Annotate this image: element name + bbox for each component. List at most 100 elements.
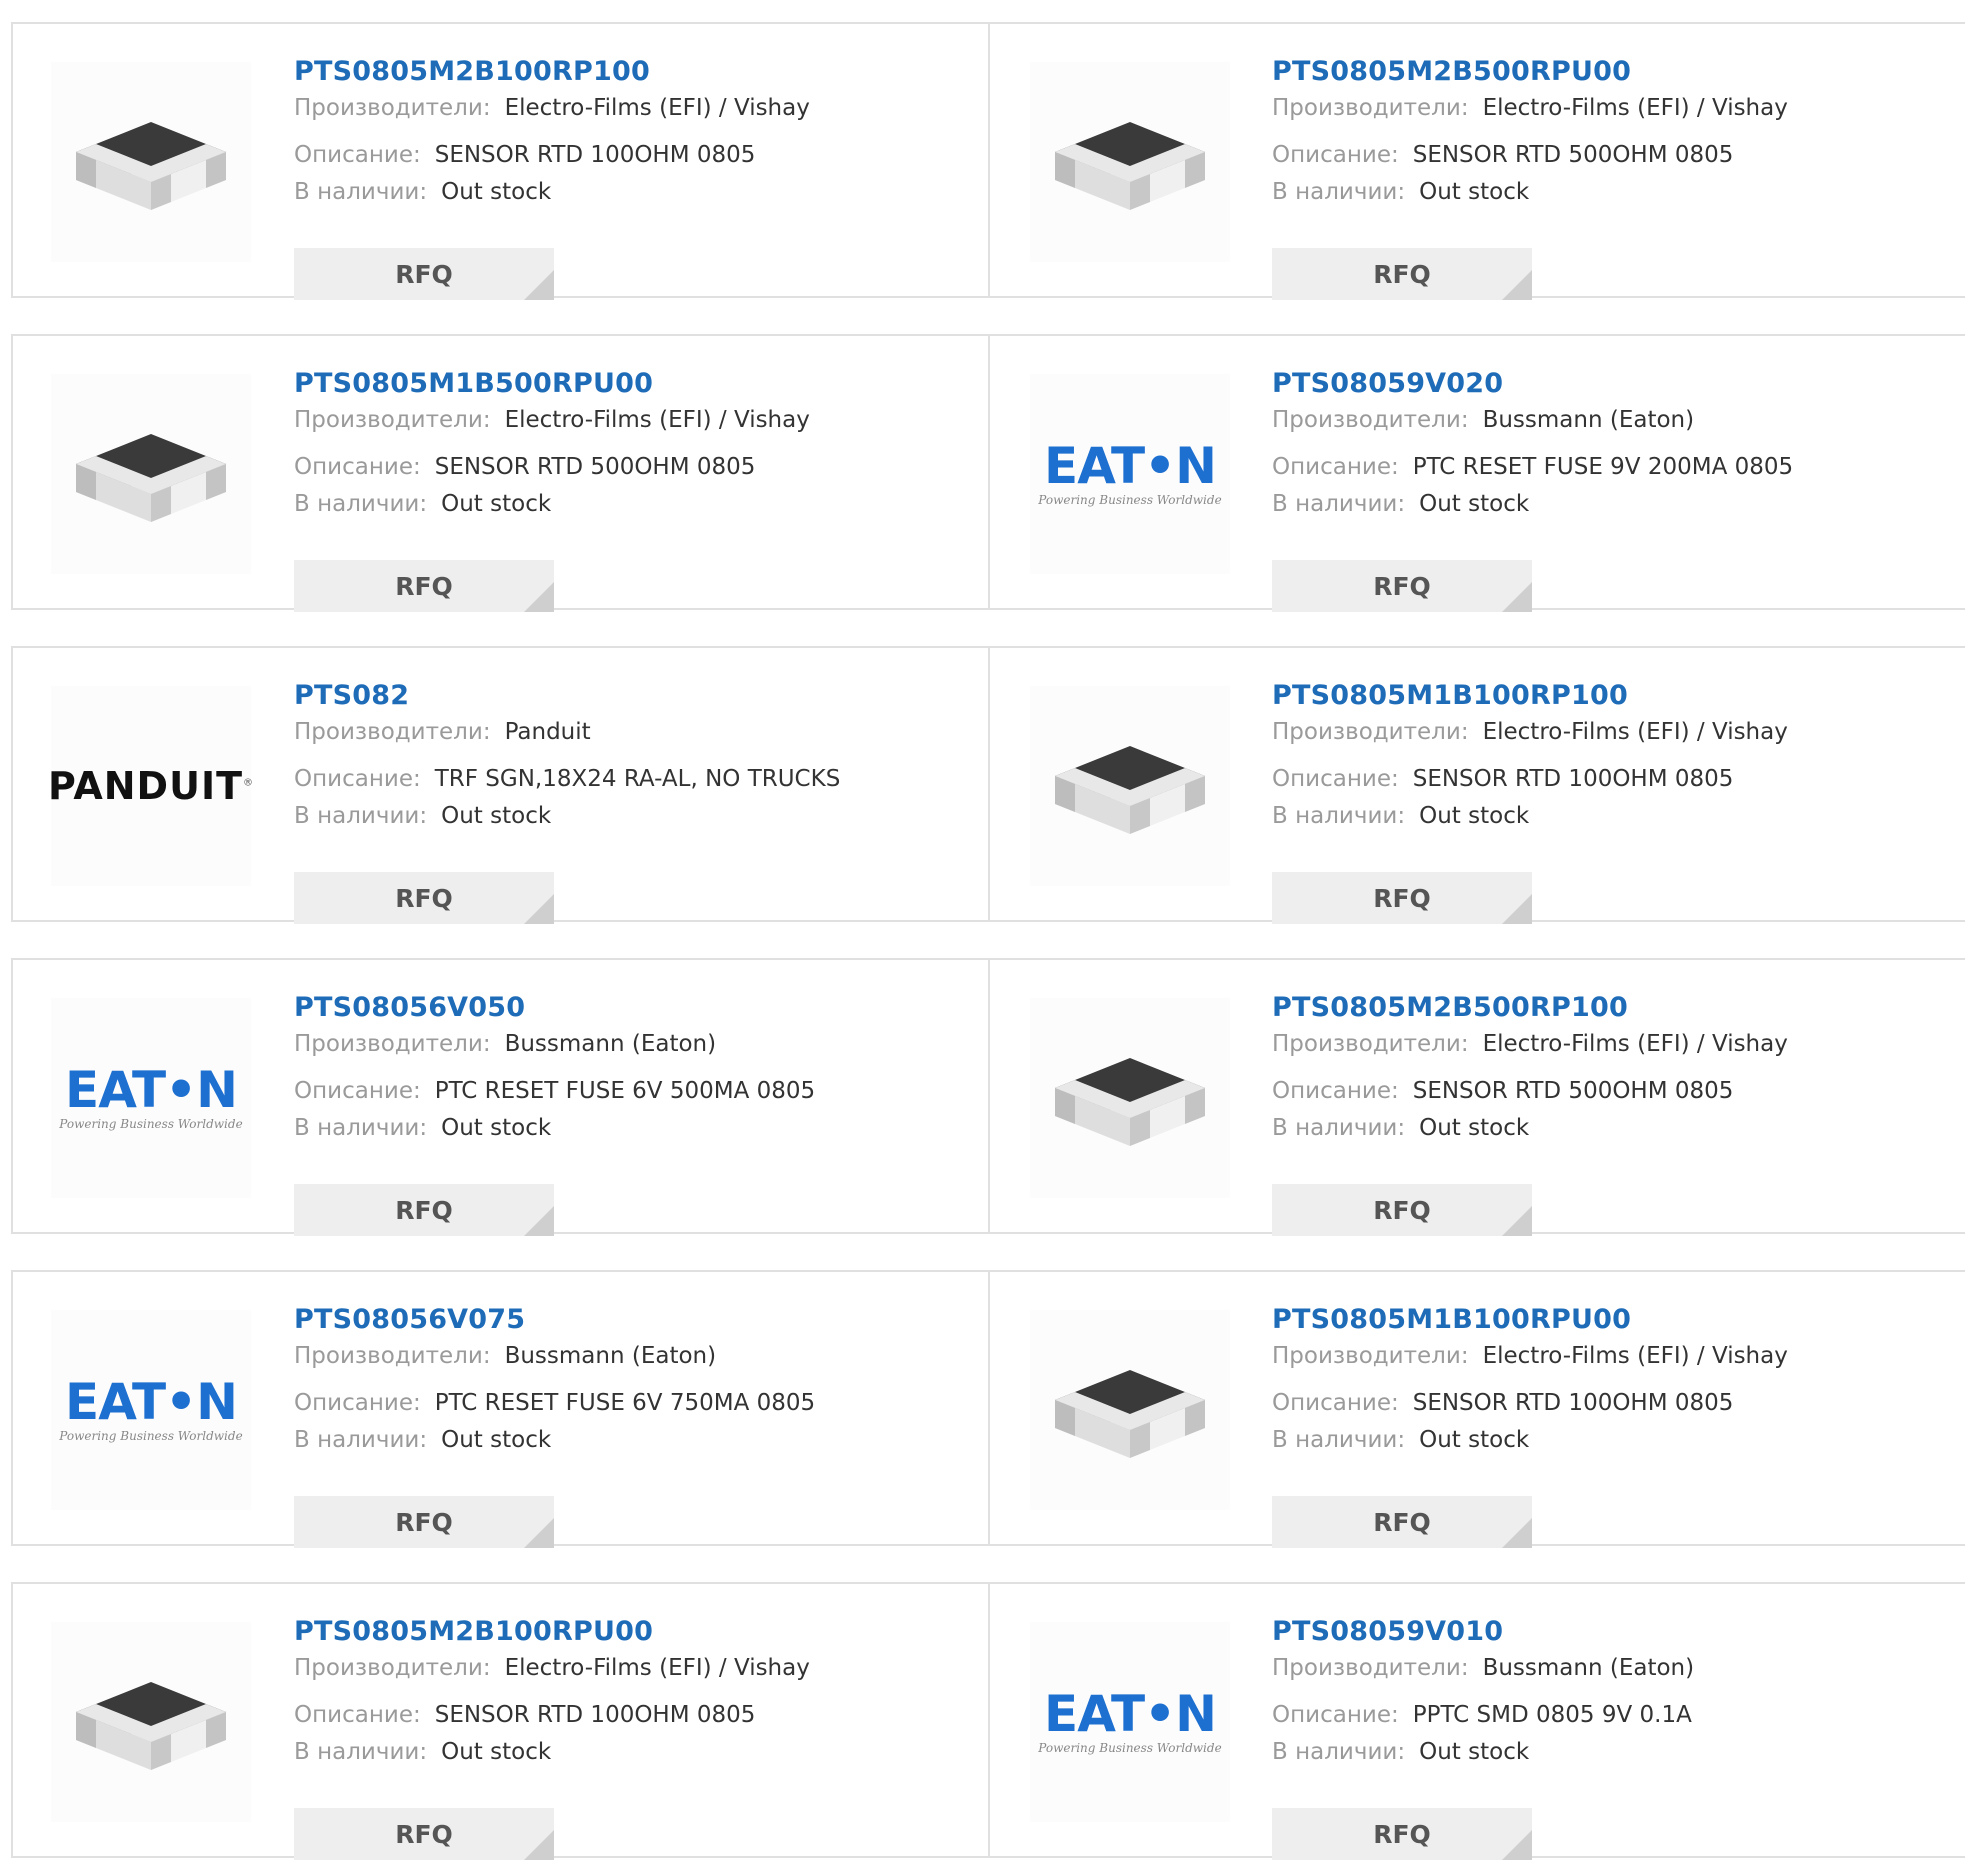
part-number-link[interactable]: PTS082	[294, 678, 840, 714]
rfq-corner-decoration	[524, 582, 554, 612]
product-grid: PTS0805M2B100RP100 Производители: Electro…	[11, 22, 1965, 1860]
description-value: TRF SGN,18X24 RA-AL, NO TRUCKS	[434, 766, 841, 792]
product-image[interactable]	[1030, 1310, 1230, 1510]
chip-resistor-icon	[1055, 1058, 1205, 1146]
part-number-link[interactable]: PTS08056V050	[294, 990, 815, 1026]
part-number-link[interactable]: PTS0805M2B100RPU00	[294, 1614, 810, 1650]
manufacturer-label: Производители:	[1272, 1343, 1469, 1369]
stock-label: В наличии:	[294, 1427, 428, 1453]
description-row: Описание: SENSOR RTD 500OHM 0805	[1272, 137, 1788, 174]
rfq-button[interactable]: RFQ	[294, 248, 554, 300]
part-number-link[interactable]: PTS08059V020	[1272, 366, 1793, 402]
part-number-link[interactable]: PTS0805M1B100RPU00	[1272, 1302, 1788, 1338]
stock-row: В наличии: Out stock	[294, 798, 840, 835]
description-value: SENSOR RTD 100OHM 0805	[1412, 1390, 1734, 1416]
part-number-link[interactable]: PTS08059V010	[1272, 1614, 1694, 1650]
eaton-logo-tagline: Powering Business Worldwide	[59, 1117, 243, 1131]
product-image[interactable]	[51, 1622, 251, 1822]
product-card: PTS0805M1B100RP100 Производители: Electro…	[989, 646, 1965, 924]
rfq-button[interactable]: RFQ	[294, 1496, 554, 1548]
product-info: PTS08056V050 Производители: Bussmann (Eat…	[294, 990, 815, 1236]
rfq-button[interactable]: RFQ	[294, 1184, 554, 1236]
description-row: Описание: SENSOR RTD 100OHM 0805	[1272, 1385, 1788, 1422]
product-card: PTS0805M2B100RP100 Производители: Electro…	[11, 22, 989, 300]
panduit-logo-word: PANDUIT	[47, 764, 244, 808]
chip-resistor-icon	[1055, 122, 1205, 210]
manufacturer-row: Производители: Bussmann (Eaton)	[1272, 1650, 1694, 1687]
product-info: PTS082 Производители: Panduit Описание: TR…	[294, 678, 841, 924]
description-row: Описание: SENSOR RTD 100OHM 0805	[294, 1697, 810, 1734]
manufacturer-row: Производители: Electro-Films (EFI) / Vish…	[294, 90, 810, 127]
rfq-label: RFQ	[395, 1195, 453, 1225]
product-image[interactable]	[1030, 686, 1230, 886]
rfq-button[interactable]: RFQ	[1272, 1808, 1532, 1860]
part-number-link[interactable]: PTS0805M1B500RPU00	[294, 366, 810, 402]
description-value: SENSOR RTD 100OHM 0805	[1412, 766, 1734, 792]
product-card: PTS0805M2B100RPU00 Производители: Electro…	[11, 1582, 989, 1860]
manufacturer-label: Производители:	[294, 1031, 491, 1057]
product-card: PTS0805M2B500RP100 Производители: Electro…	[989, 958, 1965, 1236]
rfq-label: RFQ	[1373, 883, 1431, 913]
rfq-button[interactable]: RFQ	[1272, 1496, 1532, 1548]
product-image[interactable]	[1030, 62, 1230, 262]
part-number-link[interactable]: PTS0805M1B100RP100	[1272, 678, 1788, 714]
chip-resistor-icon	[1055, 1370, 1205, 1458]
eaton-logo-icon: EAT•N Powering Business Worldwide	[59, 1064, 242, 1132]
manufacturer-row: Производители: Electro-Films (EFI) / Vish…	[1272, 90, 1788, 127]
product-image[interactable]: PANDUIT®	[47, 686, 253, 886]
product-image[interactable]	[51, 62, 251, 262]
chip-resistor-icon	[76, 122, 226, 210]
manufacturer-value: Electro-Films (EFI) / Vishay	[1482, 1031, 1788, 1057]
rfq-button[interactable]: RFQ	[1272, 248, 1532, 300]
rfq-button[interactable]: RFQ	[1272, 872, 1532, 924]
description-label: Описание:	[294, 454, 421, 480]
product-image[interactable]: EAT•N Powering Business Worldwide	[51, 998, 251, 1198]
product-image[interactable]: EAT•N Powering Business Worldwide	[1030, 374, 1230, 574]
stock-row: В наличии: Out stock	[294, 174, 810, 211]
rfq-button[interactable]: RFQ	[294, 1808, 554, 1860]
description-value: SENSOR RTD 500OHM 0805	[1412, 1078, 1734, 1104]
description-value: PTC RESET FUSE 6V 750MA 0805	[434, 1390, 816, 1416]
description-row: Описание: SENSOR RTD 100OHM 0805	[294, 137, 810, 174]
manufacturer-label: Производители:	[294, 95, 491, 121]
stock-value: Out stock	[1419, 491, 1530, 517]
product-image[interactable]: EAT•N Powering Business Worldwide	[1030, 1622, 1230, 1822]
description-label: Описание:	[1272, 142, 1399, 168]
product-image[interactable]: EAT•N Powering Business Worldwide	[51, 1310, 251, 1510]
chip-resistor-icon	[76, 434, 226, 522]
description-value: SENSOR RTD 500OHM 0805	[1412, 142, 1734, 168]
rfq-corner-decoration	[1502, 1206, 1532, 1236]
description-row: Описание: PTC RESET FUSE 9V 200MA 0805	[1272, 449, 1793, 486]
product-card: PTS0805M2B500RPU00 Производители: Electro…	[989, 22, 1965, 300]
manufacturer-label: Производители:	[294, 719, 491, 745]
description-label: Описание:	[1272, 454, 1399, 480]
description-value: SENSOR RTD 500OHM 0805	[434, 454, 756, 480]
rfq-button[interactable]: RFQ	[294, 560, 554, 612]
manufacturer-value: Electro-Films (EFI) / Vishay	[1482, 719, 1788, 745]
description-row: Описание: SENSOR RTD 500OHM 0805	[1272, 1073, 1788, 1110]
product-image[interactable]	[1030, 998, 1230, 1198]
stock-row: В наличии: Out stock	[1272, 1110, 1788, 1147]
stock-row: В наличии: Out stock	[1272, 1422, 1788, 1459]
product-card: EAT•N Powering Business Worldwide PTS0805…	[11, 1270, 989, 1548]
manufacturer-row: Производители: Electro-Films (EFI) / Vish…	[294, 1650, 810, 1687]
rfq-label: RFQ	[395, 1819, 453, 1849]
description-value: SENSOR RTD 100OHM 0805	[434, 1702, 756, 1728]
eaton-logo-tagline: Powering Business Worldwide	[1038, 1741, 1222, 1755]
rfq-button[interactable]: RFQ	[1272, 1184, 1532, 1236]
manufacturer-label: Производители:	[1272, 95, 1469, 121]
stock-value: Out stock	[441, 491, 552, 517]
stock-label: В наличии:	[1272, 179, 1406, 205]
stock-label: В наличии:	[1272, 1427, 1406, 1453]
stock-row: В наличии: Out stock	[1272, 174, 1788, 211]
part-number-link[interactable]: PTS0805M2B100RP100	[294, 54, 810, 90]
rfq-button[interactable]: RFQ	[1272, 560, 1532, 612]
rfq-button[interactable]: RFQ	[294, 872, 554, 924]
part-number-link[interactable]: PTS08056V075	[294, 1302, 815, 1338]
stock-label: В наличии:	[294, 491, 428, 517]
part-number-link[interactable]: PTS0805M2B500RPU00	[1272, 54, 1788, 90]
part-number-link[interactable]: PTS0805M2B500RP100	[1272, 990, 1788, 1026]
product-image[interactable]	[51, 374, 251, 574]
description-label: Описание:	[1272, 1390, 1399, 1416]
product-card: PANDUIT® PTS082 Производители: Panduit Оп…	[11, 646, 989, 924]
